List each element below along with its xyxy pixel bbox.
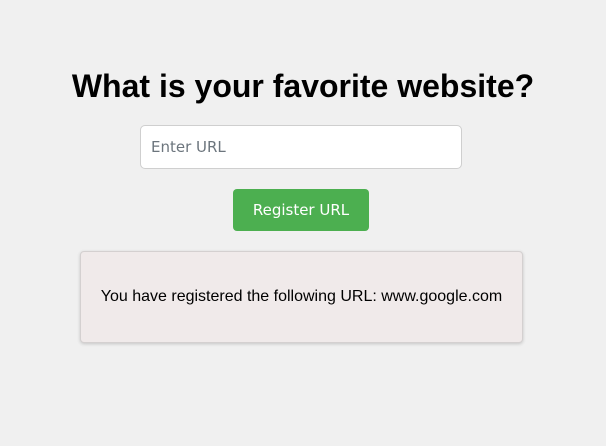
result-box: You have registered the following URL: w… [80, 251, 523, 343]
page: What is your favorite website? Register … [0, 0, 606, 446]
url-input[interactable] [140, 125, 462, 169]
result-message: You have registered the following URL: w… [100, 288, 503, 305]
page-title: What is your favorite website? [71, 68, 535, 104]
register-url-button[interactable]: Register URL [233, 189, 369, 231]
